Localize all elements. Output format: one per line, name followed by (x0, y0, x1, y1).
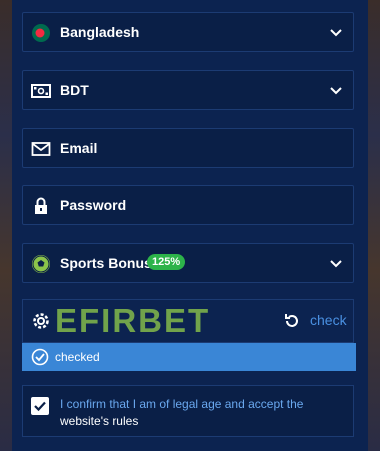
chevron-down-icon (330, 29, 342, 37)
check-button[interactable]: check (310, 312, 347, 328)
soccer-ball-icon (32, 255, 50, 273)
envelope-icon (31, 142, 51, 156)
country-select[interactable]: Bangladesh (22, 12, 354, 52)
bangladesh-flag-icon (32, 24, 50, 42)
terms-text: I confirm that I am of legal age and acc… (60, 396, 330, 430)
verification-status: checked (22, 343, 356, 371)
captcha-widget: EFIRBET check (22, 299, 354, 343)
cash-icon (31, 84, 51, 98)
refresh-icon[interactable] (283, 312, 301, 330)
bonus-label: Sports Bonus (60, 255, 152, 271)
currency-select[interactable]: BDT (22, 70, 354, 110)
rules-link[interactable]: website's rules (60, 414, 138, 428)
gear-icon (33, 313, 49, 329)
terms-agreement: I confirm that I am of legal age and acc… (22, 385, 354, 437)
registration-panel (12, 0, 368, 451)
check-circle-icon (31, 348, 49, 366)
status-text: checked (55, 350, 100, 364)
country-label: Bangladesh (60, 24, 140, 40)
brand-watermark: EFIRBET (55, 302, 211, 339)
bonus-badge: 125% (147, 254, 186, 270)
currency-label: BDT (60, 82, 89, 98)
email-field[interactable]: Email (22, 128, 354, 168)
bonus-select[interactable]: Sports Bonus 125% (22, 243, 354, 283)
chevron-down-icon (330, 260, 342, 268)
terms-checkbox[interactable] (31, 397, 49, 415)
email-placeholder: Email (60, 140, 98, 156)
terms-statement: I confirm that I am of legal age and acc… (60, 397, 304, 411)
password-placeholder: Password (60, 197, 127, 213)
password-field[interactable]: Password (22, 185, 354, 225)
chevron-down-icon (330, 87, 342, 95)
lock-icon (35, 197, 47, 214)
checkmark-icon (34, 401, 46, 412)
